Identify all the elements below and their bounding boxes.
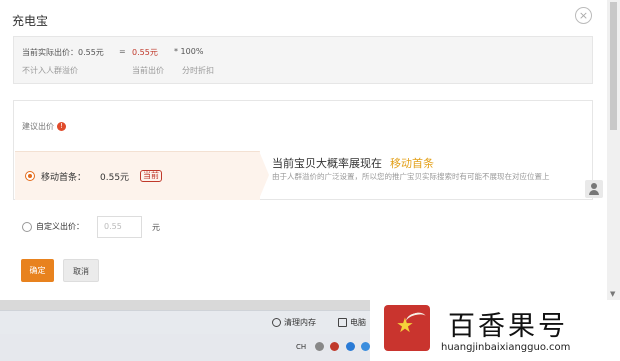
current-tag: 当前 (140, 170, 162, 182)
clean-memory-button[interactable]: 清理内存 (272, 317, 316, 328)
watermark-url: huangjinbaixiangguo.com (441, 342, 571, 353)
suggested-bid-heading: 建议出价! (22, 121, 66, 132)
dialog-title: 充电宝 (12, 14, 49, 28)
custom-bid-label: 自定义出价： (36, 222, 84, 231)
time-discount-caption: 分时折扣 (182, 66, 214, 75)
close-icon[interactable]: × (575, 7, 592, 24)
watermark: ★ 百香果号 huangjinbaixiangguo.com (370, 300, 620, 361)
custom-bid-input[interactable]: 0.55 (97, 216, 142, 238)
placement-title: 当前宝贝大概率展现在 移动首条 (272, 155, 434, 171)
custom-bid-unit: 元 (152, 223, 160, 232)
star-icon: ★ (396, 313, 414, 337)
suggested-bid-panel: 建议出价! 移动首条： 0.55元 当前 当前宝贝大概率展现在 移动首条 由于人群… (13, 100, 593, 200)
mobile-top-label: 移动首条： (41, 173, 87, 183)
discount-multiplier: * 100% (174, 47, 204, 56)
watermark-name: 百香果号 (448, 311, 568, 342)
option-pointer (259, 151, 269, 199)
bid-dialog: 充电宝 × 当前实际出价：0.55元 = 0.55元 * 100% 不计入人群溢… (0, 0, 606, 304)
actual-price-label: 当前实际出价：0.55元 (22, 48, 104, 57)
suggested-bid-label: 建议出价 (22, 122, 54, 131)
cancel-button[interactable]: 取消 (63, 259, 99, 282)
placement-highlight: 移动首条 (390, 157, 434, 170)
custom-bid-row: 自定义出价： 0.55 元 (0, 212, 300, 242)
help-tray-icon[interactable] (315, 342, 324, 351)
custom-bid-radio[interactable] (22, 222, 32, 232)
ime-indicator[interactable]: CH (296, 343, 306, 351)
equals-sign: = (119, 47, 126, 56)
placement-title-text: 当前宝贝大概率展现在 (272, 157, 382, 170)
computer-icon (338, 318, 347, 327)
computer-button[interactable]: 电脑 (338, 317, 366, 328)
scrollbar-thumb[interactable] (610, 2, 617, 130)
clean-memory-icon (272, 318, 281, 327)
mobile-top-price: 0.55元 (100, 173, 130, 183)
page-scrollbar[interactable]: ▼ (607, 0, 620, 300)
no-crowd-premium-note: 不计入人群溢价 (22, 66, 78, 75)
shield-tray-icon[interactable] (361, 342, 370, 351)
browser-tray-icon[interactable] (346, 342, 355, 351)
info-icon[interactable]: ! (57, 122, 66, 131)
mobile-top-radio[interactable] (25, 171, 35, 181)
current-price-value: 0.55元 (132, 48, 158, 57)
placement-description: 由于人群溢价的广泛设置，所以您的推广宝贝实际搜索时有可能不展现在对应位置上 (272, 172, 550, 181)
user-icon[interactable] (585, 180, 603, 198)
current-price-caption: 当前出价 (132, 66, 164, 75)
clean-memory-label: 清理内存 (284, 318, 316, 327)
price-formula-panel: 当前实际出价：0.55元 = 0.55元 * 100% 不计入人群溢价 当前出价… (13, 36, 593, 84)
mobile-top-option[interactable]: 移动首条： 0.55元 当前 (15, 151, 260, 200)
computer-label: 电脑 (350, 318, 366, 327)
scroll-down-icon[interactable]: ▼ (610, 290, 615, 298)
brand-logo: ★ (384, 305, 430, 351)
confirm-button[interactable]: 确定 (21, 259, 54, 282)
app-tray-icon[interactable] (330, 342, 339, 351)
